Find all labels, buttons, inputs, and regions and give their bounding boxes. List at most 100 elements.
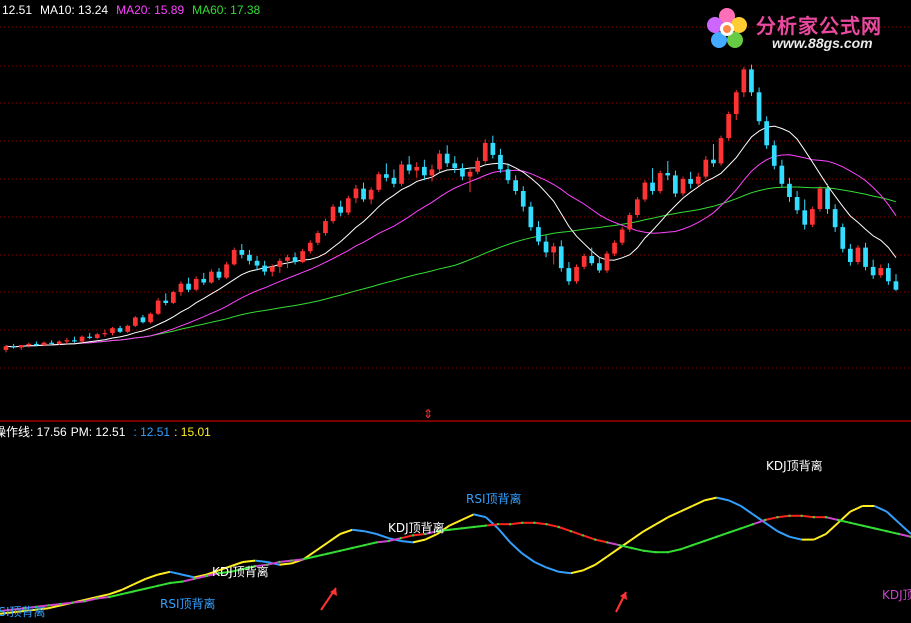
candle-body <box>262 265 267 272</box>
operation-line-dot <box>399 537 403 540</box>
indicator-legend: 操作线: 17.56 PM: 12.51: 12.51: 15.01 <box>0 423 219 440</box>
operation-line-dot <box>448 528 451 531</box>
operation-line-segment <box>60 601 73 605</box>
pm-line-segment <box>558 570 572 575</box>
candle-body <box>155 300 161 314</box>
operation-line-dot <box>679 548 682 551</box>
candle-body <box>680 179 686 194</box>
operation-line-dot <box>824 516 828 519</box>
candle-body <box>102 333 108 335</box>
pm-line-segment <box>691 499 705 507</box>
candle-body <box>726 114 731 139</box>
flower-logo-icon <box>707 8 747 48</box>
operation-line-dot <box>764 518 767 522</box>
candle-body <box>140 317 146 323</box>
operation-line-segment <box>339 547 353 552</box>
operation-line-segment <box>315 552 329 558</box>
candle-body <box>505 169 511 181</box>
candle-body <box>467 171 473 177</box>
pm-line-segment <box>400 540 414 544</box>
ma20-line <box>5 154 897 348</box>
candle-body <box>825 188 830 210</box>
operation-line-dot <box>630 546 633 550</box>
operation-line-dot <box>521 521 524 524</box>
pm-line-segment <box>339 528 353 535</box>
divergence-annotation: KDJ顶 <box>882 588 911 602</box>
candle-body <box>832 209 838 228</box>
candle-body <box>695 176 701 184</box>
pm-line-segment <box>133 577 147 586</box>
candle-body <box>863 247 868 267</box>
operation-line-segment <box>765 516 778 521</box>
operation-line-dot <box>290 559 293 562</box>
operation-line-segment <box>461 526 474 530</box>
candle-body <box>802 210 808 225</box>
operation-line-dot <box>739 527 743 530</box>
operation-line-dot <box>47 604 50 607</box>
operation-line-dot <box>181 580 184 583</box>
candle-body <box>3 346 9 350</box>
candle-body <box>300 251 305 262</box>
candle-body <box>444 153 450 164</box>
pm-line-segment <box>643 523 657 533</box>
candle-body <box>269 266 275 272</box>
operation-line-dot <box>144 587 147 590</box>
pm-line-segment <box>108 589 122 596</box>
ma10-legend: MA10: 13.24 <box>40 3 109 17</box>
candle-body <box>642 182 648 200</box>
operation-line-segment <box>716 531 730 538</box>
candle-body <box>520 191 526 207</box>
candle-body <box>133 317 138 326</box>
operation-line-segment <box>850 521 863 527</box>
pm-line-segment <box>364 530 377 535</box>
operation-line-segment <box>449 527 462 531</box>
candle-body <box>551 246 556 253</box>
operation-line-segment <box>145 584 159 590</box>
pm-line-segment <box>521 552 536 563</box>
operation-line-segment <box>364 541 377 547</box>
pm-line-segment <box>546 566 560 573</box>
pm-line-segment <box>315 541 329 552</box>
operation-line-dot <box>205 574 208 578</box>
operation-line-dot <box>666 551 670 554</box>
candle-body <box>41 342 47 346</box>
candle-body <box>855 247 861 262</box>
operation-line-segment <box>485 523 499 527</box>
candle-body <box>254 260 260 266</box>
operation-line-dot <box>836 518 840 522</box>
pm-line-segment <box>874 505 888 513</box>
candle-body <box>231 250 237 265</box>
operation-line-dot <box>387 539 390 543</box>
candle-body <box>878 268 884 276</box>
operation-line-dot <box>71 601 75 604</box>
candle-body <box>361 188 366 200</box>
candle-body <box>64 340 70 342</box>
candle-body <box>513 180 518 191</box>
candle-body <box>817 188 823 210</box>
operation-line-dot <box>703 539 706 543</box>
operation-line-segment <box>874 527 887 533</box>
operation-line-dot <box>727 531 730 534</box>
candle-body <box>49 342 54 344</box>
pm-line-segment <box>679 505 693 513</box>
operation-line-segment <box>825 516 839 521</box>
operation-line-dot <box>776 516 779 519</box>
candle-body <box>56 341 62 344</box>
pm-line-segment <box>716 496 730 502</box>
candle-body <box>756 92 762 122</box>
operation-line-legend: 操作线: 17.56 <box>0 425 67 439</box>
pm-line-segment <box>813 533 827 541</box>
operation-line-dot <box>873 527 876 530</box>
pm-line-segment <box>485 516 499 530</box>
pm-line-segment <box>497 527 511 544</box>
pm-line-segment <box>776 530 790 538</box>
ma10-line <box>5 125 897 348</box>
candle-body <box>635 199 640 215</box>
candle-body <box>247 254 252 261</box>
pm-legend: PM: 12.51 <box>70 425 126 439</box>
candle-body <box>886 268 891 282</box>
candle-body <box>657 173 663 192</box>
candle-body <box>437 153 442 170</box>
candle-body <box>315 233 321 243</box>
chart-window: ⇕ 12.51 MA10: 13.24 MA20: 15.89 MA60: 17.38… <box>0 0 911 623</box>
